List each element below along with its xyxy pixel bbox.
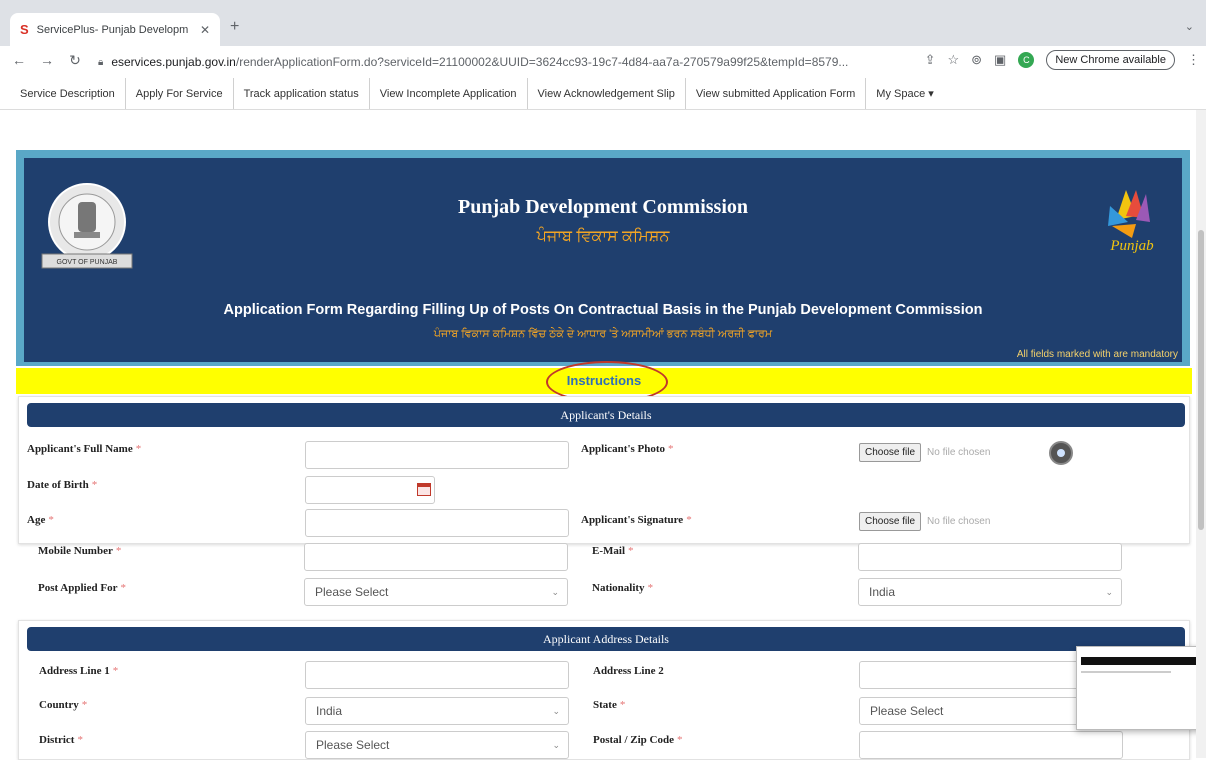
- star-icon[interactable]: ☆: [947, 52, 959, 68]
- age-input[interactable]: [305, 509, 569, 537]
- address-details-card: Applicant Address Details Address Line 1…: [18, 620, 1190, 760]
- photo-choose-file-button[interactable]: Choose file: [859, 443, 922, 462]
- browser-toolbar: ← → ↻ 🔒︎ eservices.punjab.gov.in/renderA…: [0, 46, 1206, 78]
- screenshot-thumbnail[interactable]: [1076, 646, 1204, 730]
- tab-title: ServicePlus- Punjab Developm: [36, 23, 189, 36]
- district-select[interactable]: Please Select ⌄: [305, 731, 569, 759]
- calendar-icon[interactable]: [417, 483, 431, 496]
- svg-text:GOVT OF PUNJAB: GOVT OF PUNJAB: [57, 259, 118, 266]
- postal-input[interactable]: [859, 731, 1123, 759]
- scrollbar[interactable]: [1196, 110, 1206, 758]
- share-icon[interactable]: ⇪: [925, 52, 936, 68]
- dob-input[interactable]: [305, 476, 435, 504]
- forward-icon[interactable]: →: [36, 52, 58, 69]
- dob-label: Date of Birth *: [27, 479, 98, 491]
- reload-icon[interactable]: ↻: [64, 52, 86, 69]
- nationality-label: Nationality *: [592, 582, 654, 594]
- punjab-logo-icon: Punjab: [1108, 190, 1154, 254]
- nav-incomplete-application[interactable]: View Incomplete Application: [370, 78, 528, 109]
- chevron-down-icon: ⌄: [552, 706, 560, 716]
- url-path: /renderApplicationForm.do?serviceId=2110…: [235, 55, 849, 69]
- signature-file-input[interactable]: Choose file No file chosen: [859, 512, 990, 531]
- age-label: Age *: [27, 514, 54, 526]
- chevron-down-icon: ⌄: [552, 740, 560, 750]
- email-input[interactable]: [858, 543, 1122, 571]
- menu-icon[interactable]: ⋮: [1187, 52, 1200, 68]
- email-label: E-Mail *: [592, 545, 634, 557]
- url-host: eservices.punjab.gov.in: [111, 55, 236, 69]
- mobile-label: Mobile Number *: [38, 545, 122, 557]
- nav-my-space[interactable]: My Space ▾: [866, 78, 944, 109]
- address-line2-label: Address Line 2: [593, 665, 664, 677]
- new-tab-button[interactable]: +: [230, 18, 239, 36]
- post-select[interactable]: Please Select ⌄: [304, 578, 568, 606]
- thumbnail-line: [1081, 671, 1171, 673]
- camera-icon[interactable]: [1049, 441, 1073, 465]
- full-name-input[interactable]: [305, 441, 569, 469]
- browser-tab-strip: S ServicePlus- Punjab Developm ✕ + ⌄: [0, 0, 1206, 46]
- country-select[interactable]: India ⌄: [305, 697, 569, 725]
- service-nav: Service Description Apply For Service Tr…: [0, 78, 1206, 110]
- chevron-down-icon: ⌄: [551, 587, 559, 597]
- tab-search-icon[interactable]: ⌄: [1185, 20, 1194, 33]
- photo-file-status: No file chosen: [927, 447, 991, 458]
- back-icon[interactable]: ←: [8, 52, 30, 69]
- banner-frame: GOVT OF PUNJAB Punjab Development Commis…: [16, 150, 1190, 366]
- lock-icon[interactable]: 🔒︎: [98, 57, 103, 68]
- banner-title-punjabi: ਪੰਜਾਬ ਵਿਕਾਸ ਕਮਿਸ਼ਨ: [536, 228, 670, 245]
- post-label: Post Applied For *: [38, 582, 126, 594]
- nav-service-description[interactable]: Service Description: [10, 78, 126, 109]
- extensions-icon[interactable]: ⊚: [971, 52, 982, 68]
- state-label: State *: [593, 699, 626, 711]
- address-bar[interactable]: 🔒︎ eservices.punjab.gov.in/renderApplica…: [98, 50, 938, 74]
- nationality-select[interactable]: India ⌄: [858, 578, 1122, 606]
- photo-file-input[interactable]: Choose file No file chosen: [859, 443, 990, 462]
- full-name-label: Applicant's Full Name *: [27, 443, 142, 455]
- form-title-punjabi: ਪੰਜਾਬ ਵਿਕਾਸ ਕਮਿਸ਼ਨ ਵਿੱਚ ਠੇਕੇ ਦੇ ਆਧਾਰ 'ਤੇ…: [433, 328, 773, 340]
- applicant-details-card: Applicant's Details Applicant's Full Nam…: [18, 396, 1190, 544]
- form-title: Application Form Regarding Filling Up of…: [223, 302, 983, 318]
- photo-label: Applicant's Photo *: [581, 443, 674, 455]
- country-label: Country *: [39, 699, 88, 711]
- nav-apply-for-service[interactable]: Apply For Service: [126, 78, 234, 109]
- applicant-details-header: Applicant's Details: [27, 403, 1185, 427]
- signature-label: Applicant's Signature *: [581, 514, 692, 526]
- nav-acknowledgement-slip[interactable]: View Acknowledgement Slip: [528, 78, 686, 109]
- thumbnail-bar: [1081, 657, 1199, 665]
- scrollbar-thumb[interactable]: [1198, 230, 1204, 530]
- signature-choose-file-button[interactable]: Choose file: [859, 512, 922, 531]
- close-tab-icon[interactable]: ✕: [200, 23, 210, 37]
- chevron-down-icon: ⌄: [1105, 587, 1113, 597]
- punjab-govt-emblem-icon: GOVT OF PUNJAB: [41, 183, 133, 269]
- signature-file-status: No file chosen: [927, 516, 991, 527]
- nav-track-status[interactable]: Track application status: [234, 78, 370, 109]
- mandatory-note: All fields marked with are mandatory: [1016, 349, 1178, 360]
- address-line1-label: Address Line 1 *: [39, 665, 119, 677]
- svg-text:Punjab: Punjab: [1109, 238, 1154, 254]
- nav-submitted-form[interactable]: View submitted Application Form: [686, 78, 867, 109]
- browser-tab[interactable]: S ServicePlus- Punjab Developm ✕: [10, 13, 220, 46]
- district-label: District *: [39, 734, 83, 746]
- sidepanel-icon[interactable]: ▣: [994, 52, 1006, 68]
- banner-title: Punjab Development Commission: [457, 196, 748, 218]
- profile-avatar[interactable]: C: [1018, 52, 1035, 68]
- postal-label: Postal / Zip Code *: [593, 734, 683, 746]
- address-details-header: Applicant Address Details: [27, 627, 1185, 651]
- address-line1-input[interactable]: [305, 661, 569, 689]
- mobile-input[interactable]: [304, 543, 568, 571]
- serviceplus-favicon-icon: S: [20, 22, 29, 37]
- banner: GOVT OF PUNJAB Punjab Development Commis…: [24, 158, 1182, 362]
- new-chrome-button[interactable]: New Chrome available: [1046, 50, 1175, 70]
